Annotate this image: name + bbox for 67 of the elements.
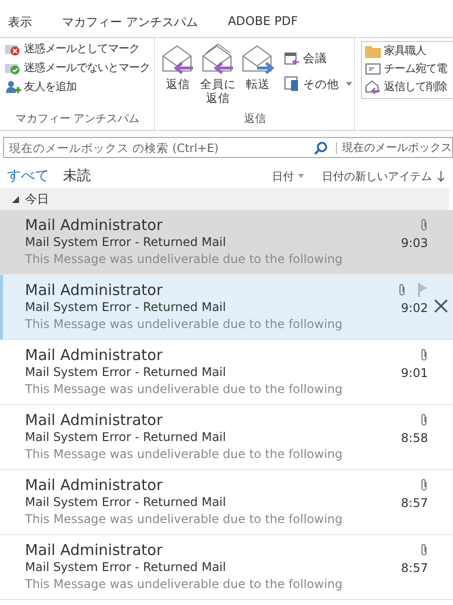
- ribbon-tab[interactable]: マカフィー アンチスパム: [62, 14, 198, 37]
- sort-order-button[interactable]: 日付の新しいアイテム: [322, 168, 445, 184]
- search-field[interactable]: 現在のメールボックス の検索 (Ctrl+E) 現在のメールボックス: [3, 137, 453, 158]
- message-row[interactable]: Mail Administrator Mail System Error - Returned Mail This Message was undeliverable due to the following 8:57: [0, 470, 453, 535]
- quick-step[interactable]: 家具職人: [365, 43, 453, 58]
- message-preview: This Message was undeliverable due to the following: [25, 511, 344, 528]
- dropdown-caret-icon: [346, 82, 352, 86]
- group-header[interactable]: 今日: [0, 188, 449, 210]
- ribbon-command[interactable]: 会議: [284, 51, 352, 66]
- envelope-icon: [365, 62, 381, 76]
- forward-mail-icon: [241, 43, 275, 75]
- ribbon-command[interactable]: 友人を追加: [5, 79, 150, 94]
- ribbon-tab[interactable]: ADOBE PDF: [228, 14, 298, 37]
- filter-tab[interactable]: すべて: [7, 167, 49, 185]
- message-subject: Mail System Error - Returned Mail: [25, 430, 227, 445]
- message-row[interactable]: Mail Administrator Mail System Error - Returned Mail This Message was undeliverable due to the following 9:01: [0, 340, 453, 405]
- reply-mail-icon: [201, 43, 235, 75]
- down-arrow-icon: [437, 170, 445, 182]
- delete-icon[interactable]: [434, 299, 448, 313]
- search-scope[interactable]: 現在のメールボックス: [342, 140, 452, 155]
- add-person-icon: [5, 80, 21, 94]
- ribbon-command[interactable]: 迷惑メールでないとマーク: [5, 60, 150, 75]
- sender-name: Mail Administrator: [25, 281, 164, 300]
- message-subject: Mail System Error - Returned Mail: [25, 365, 227, 380]
- reply-mail-icon: [365, 80, 381, 94]
- ribbon-tab[interactable]: 表示: [8, 14, 32, 37]
- sort-field-button[interactable]: 日付: [272, 168, 304, 184]
- group-label: マカフィー アンチスパム: [14, 111, 141, 127]
- message-subject: Mail System Error - Returned Mail: [25, 560, 227, 575]
- message-preview: This Message was undeliverable due to the following: [25, 446, 344, 463]
- message-subject: Mail System Error - Returned Mail: [25, 235, 227, 250]
- message-preview: This Message was undeliverable due to the following: [25, 576, 344, 593]
- ribbon-button[interactable]: 全員に返信: [200, 41, 236, 111]
- ribbon-command[interactable]: 迷惑メールとしてマーク: [5, 41, 150, 56]
- ribbon-command[interactable]: その他: [284, 76, 352, 92]
- phone-icon: [284, 76, 300, 92]
- group-label: 返信: [243, 111, 267, 127]
- message-subject: Mail System Error - Returned Mail: [25, 300, 227, 315]
- message-row[interactable]: Mail Administrator Mail System Error - Returned Mail This Message was undeliverable due to the following 8:57: [0, 535, 453, 600]
- message-row[interactable]: Mail Administrator Mail System Error - Returned Mail This Message was undeliverable due to the following 8:58: [0, 405, 453, 470]
- sender-name: Mail Administrator: [25, 411, 164, 430]
- message-preview: This Message was undeliverable due to the following: [25, 381, 344, 398]
- calendar-icon: [284, 52, 300, 66]
- filter-tab[interactable]: 未読: [63, 167, 91, 185]
- received-time: 8:57: [401, 561, 428, 575]
- message-subject: Mail System Error - Returned Mail: [25, 495, 227, 510]
- received-time: 9:01: [401, 366, 428, 380]
- ribbon-button[interactable]: 返信: [160, 41, 196, 111]
- message-row[interactable]: Mail Administrator Mail System Error - Returned Mail This Message was undeliverable due to the following 9:03: [0, 210, 453, 275]
- dropdown-caret-icon: [298, 174, 304, 178]
- ribbon-button[interactable]: 転送: [240, 41, 276, 111]
- quick-step[interactable]: 返信して削除: [365, 79, 453, 94]
- search-icon: [314, 140, 328, 154]
- folder-icon: [365, 44, 381, 58]
- sender-name: Mail Administrator: [25, 346, 164, 365]
- received-time: 9:02: [401, 301, 428, 315]
- sender-name: Mail Administrator: [25, 476, 164, 495]
- message-preview: This Message was undeliverable due to the following: [25, 316, 344, 333]
- message-preview: This Message was undeliverable due to the following: [25, 251, 344, 268]
- message-row[interactable]: Mail Administrator Mail System Error - Returned Mail This Message was undeliverable due to the following 9:02: [0, 275, 453, 340]
- reply-mail-icon: [161, 43, 195, 75]
- sender-name: Mail Administrator: [25, 216, 164, 235]
- received-time: 8:57: [401, 496, 428, 510]
- received-time: 9:03: [401, 236, 428, 250]
- quick-step[interactable]: チーム宛て電: [365, 61, 453, 76]
- sender-name: Mail Administrator: [25, 541, 164, 560]
- received-time: 8:58: [401, 431, 428, 445]
